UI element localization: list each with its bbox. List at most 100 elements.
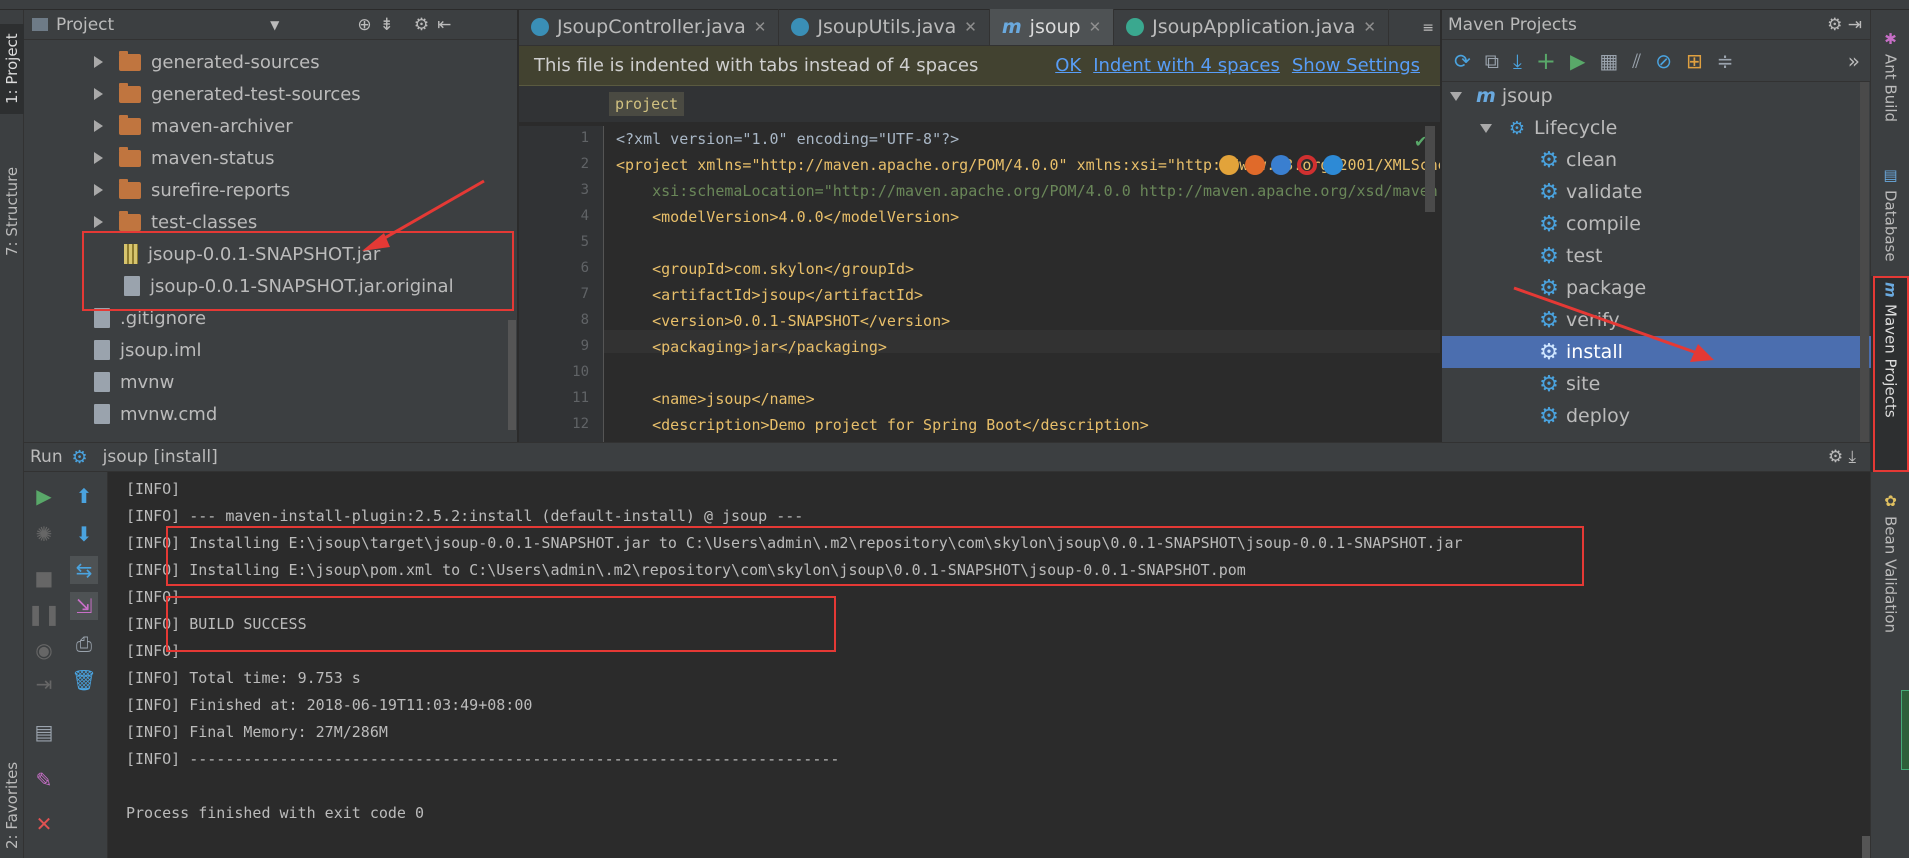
tree-item-surefire-reports[interactable]: surefire-reports — [94, 174, 290, 206]
maven-scrollbar[interactable] — [1860, 82, 1869, 442]
chevron-right-icon[interactable] — [94, 184, 103, 196]
debug-icon[interactable]: ✺ — [30, 520, 58, 548]
tree-item-iml[interactable]: jsoup.iml — [94, 334, 201, 366]
scroll-to-end-icon[interactable]: ⇲ — [70, 592, 98, 620]
arrow-down-icon[interactable]: ⬇ — [70, 520, 98, 548]
layout-icon[interactable]: ▤ — [30, 718, 58, 746]
tree-item-label: maven-status — [151, 147, 275, 169]
editor-area: JsoupController.java ✕ JsoupUtils.java ✕ m… — [519, 9, 1440, 442]
bean-icon: ✿ — [1881, 492, 1900, 510]
banner-indent-link[interactable]: Indent with 4 spaces — [1093, 55, 1280, 76]
maven-projects-panel: Maven Projects ⚙ ⇥ ⟳ ⧉ ⤓ + ▶ ▦ ⫽ ⊘ ⊞ ≑ »… — [1441, 10, 1871, 442]
lifecycle-folder-icon: ⚙ — [1508, 117, 1526, 139]
maven-lifecycle[interactable]: ⚙ Lifecycle — [1480, 112, 1870, 144]
maven-goal-validate[interactable]: ⚙ validate — [1442, 176, 1871, 208]
stop-icon[interactable]: ■ — [30, 564, 58, 592]
banner-settings-link[interactable]: Show Settings — [1292, 55, 1420, 76]
close-icon[interactable]: ✕ — [964, 18, 977, 36]
close-icon[interactable]: ✕ — [30, 810, 58, 838]
editor-scrollbar[interactable] — [1425, 126, 1435, 212]
rerun-icon[interactable]: ▶ — [30, 482, 58, 510]
close-icon[interactable]: ✕ — [1089, 18, 1102, 36]
tab-project-tool[interactable]: 1: Project — [0, 24, 24, 114]
right-tool-strip: ✱ Ant Build ▤ Database m Maven Projects … — [1870, 10, 1909, 858]
tab-overflow-icon[interactable]: ≡ — [1422, 20, 1434, 36]
tree-item-maven-status[interactable]: maven-status — [94, 142, 275, 174]
tab-label: JsoupUtils.java — [817, 16, 957, 38]
tab-jsoup-pom[interactable]: m jsoup ✕ — [989, 9, 1115, 45]
chevron-right-icon[interactable] — [94, 120, 103, 132]
code-line: <packaging>jar</packaging> — [616, 338, 887, 356]
ie-icon[interactable] — [1323, 155, 1343, 175]
maven-goal-deploy[interactable]: ⚙ deploy — [1442, 400, 1871, 432]
pin-icon[interactable]: ✎ — [30, 766, 58, 794]
maven-project-jsoup[interactable]: m jsoup — [1450, 80, 1870, 112]
chevron-right-icon[interactable] — [94, 216, 103, 228]
pause-icon[interactable]: ❚❚ — [27, 600, 61, 628]
code-line: xsi:schemaLocation="http://maven.apache.… — [616, 182, 1440, 200]
maven-tree: m jsoup ⚙ Lifecycle ⚙ clean ⚙ validate ⚙ comp… — [1442, 10, 1871, 442]
close-icon[interactable]: ✕ — [1363, 18, 1376, 36]
tree-item-generated-test-sources[interactable]: generated-test-sources — [94, 78, 361, 110]
tab-ant-build-label: Ant Build — [1881, 54, 1900, 123]
exit-icon[interactable]: ⇥ — [30, 670, 58, 698]
breadcrumb-item[interactable]: project — [609, 92, 685, 116]
folder-icon — [119, 210, 141, 231]
maven-goal-test[interactable]: ⚙ test — [1442, 240, 1871, 272]
gear-icon: ⚙ — [1539, 211, 1559, 237]
hide-panel-icon[interactable]: ⤓ — [1848, 447, 1856, 467]
print-icon[interactable]: ⎙ — [70, 630, 98, 658]
tab-structure-tool[interactable]: 7: Structure — [0, 146, 24, 276]
run-console[interactable]: [INFO] [INFO] --- maven-install-plugin:2… — [108, 472, 1870, 858]
maven-goal-site[interactable]: ⚙ site — [1442, 368, 1871, 400]
ant-icon: ✱ — [1881, 30, 1900, 48]
dump-threads-icon[interactable]: ◉ — [30, 636, 58, 664]
indent-notification-banner: This file is indented with tabs instead … — [519, 46, 1440, 86]
opera-icon[interactable] — [1297, 155, 1317, 175]
code-line: <version>0.0.1-SNAPSHOT</version> — [616, 312, 951, 330]
console-scrollbar[interactable] — [1862, 836, 1870, 858]
trash-icon[interactable]: 🗑 — [70, 666, 98, 694]
soft-wrap-icon[interactable]: ⇆ — [70, 556, 98, 584]
safari-icon[interactable] — [1271, 155, 1291, 175]
code-line: <name>jsoup</name> — [616, 390, 815, 408]
tree-item-maven-archiver[interactable]: maven-archiver — [94, 110, 293, 142]
console-line: [INFO] — [126, 480, 181, 498]
tab-jsouputils[interactable]: JsoupUtils.java ✕ — [779, 9, 990, 45]
breadcrumb: project — [519, 86, 1440, 122]
console-line: [INFO] Total time: 9.753 s — [126, 669, 361, 687]
tree-item-generated-sources[interactable]: generated-sources — [94, 46, 320, 78]
project-scrollbar[interactable] — [508, 320, 516, 430]
maven-goal-label: validate — [1566, 181, 1643, 203]
maven-goal-clean[interactable]: ⚙ clean — [1442, 144, 1871, 176]
close-icon[interactable]: ✕ — [754, 18, 767, 36]
tree-item-label: mvnw — [120, 371, 175, 393]
tree-item-label: jsoup.iml — [120, 339, 202, 361]
gear-icon[interactable]: ⚙ — [1828, 447, 1843, 467]
gear-icon: ⚙ — [71, 446, 88, 468]
class-icon — [531, 18, 549, 36]
tree-item-mvnw-cmd[interactable]: mvnw.cmd — [94, 398, 217, 430]
tab-database[interactable]: ▤ Database — [1871, 160, 1909, 280]
tree-item-mvnw[interactable]: mvnw — [94, 366, 174, 398]
tab-jsoupcontroller[interactable]: JsoupController.java ✕ — [519, 9, 780, 45]
tab-favorites-tool[interactable]: 2: Favorites — [0, 750, 24, 858]
console-line: [INFO] ---------------------------------… — [126, 750, 840, 768]
tab-bean-validation[interactable]: ✿ Bean Validation — [1871, 486, 1909, 656]
tree-item-label: test-classes — [151, 211, 258, 233]
banner-message: This file is indented with tabs instead … — [534, 55, 979, 76]
chrome-icon[interactable] — [1219, 155, 1239, 175]
chevron-right-icon[interactable] — [94, 56, 103, 68]
tab-favorites-label: 2: Favorites — [3, 761, 21, 849]
chevron-right-icon[interactable] — [94, 152, 103, 164]
maven-m-icon: m — [1001, 16, 1022, 38]
chevron-down-icon[interactable] — [1480, 123, 1492, 133]
tab-ant-build[interactable]: ✱ Ant Build — [1871, 24, 1909, 144]
tab-jsoupapplication[interactable]: JsoupApplication.java ✕ — [1114, 9, 1389, 45]
maven-goal-compile[interactable]: ⚙ compile — [1442, 208, 1871, 240]
firefox-icon[interactable] — [1245, 155, 1265, 175]
chevron-right-icon[interactable] — [94, 88, 103, 100]
arrow-up-icon[interactable]: ⬆ — [70, 482, 98, 510]
chevron-down-icon[interactable] — [1450, 91, 1462, 101]
banner-ok-link[interactable]: OK — [1055, 55, 1081, 76]
